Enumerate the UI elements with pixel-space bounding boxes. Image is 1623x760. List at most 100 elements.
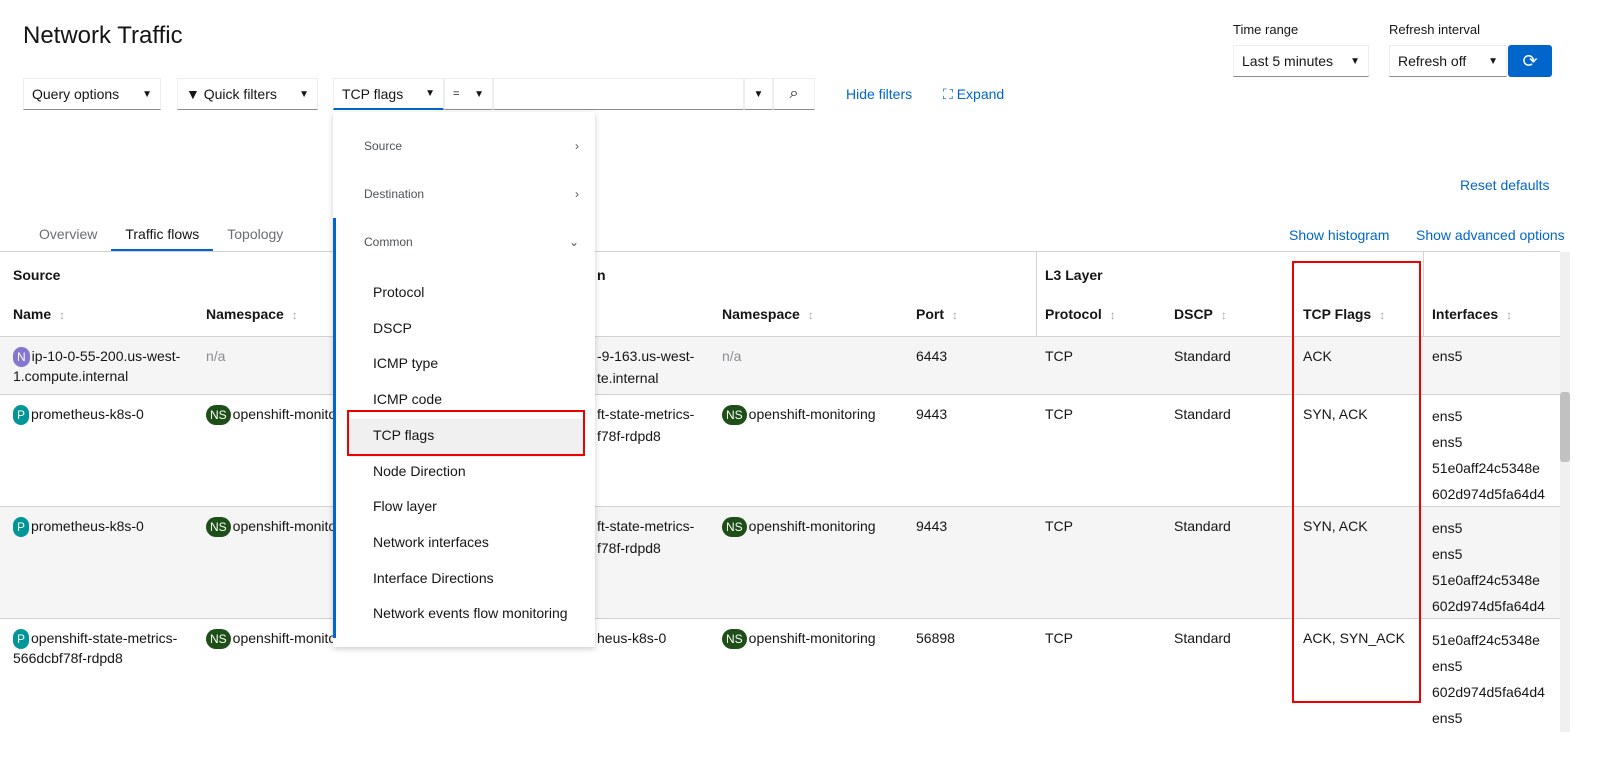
menu-item[interactable]: ICMP type — [373, 355, 438, 371]
menu-item[interactable]: Interface Directions — [373, 570, 494, 586]
resource-badge: N — [13, 347, 30, 367]
query-options-label: Query options — [32, 86, 120, 102]
tab-overview[interactable]: Overview — [25, 218, 111, 252]
filter-field-label: TCP flags — [342, 85, 404, 102]
tcp-flags-highlight — [1292, 261, 1421, 703]
time-range-select[interactable]: Last 5 minutes ▼ — [1233, 45, 1369, 77]
dscp-cell: Standard — [1174, 348, 1231, 364]
col-dst-namespace[interactable]: Namespace ↕ — [722, 305, 814, 324]
search-icon: ⌕ — [789, 85, 799, 102]
operator-dropdown[interactable]: = ▼ — [444, 78, 493, 110]
menu-group-common[interactable]: Common ⌄ — [364, 235, 579, 249]
chevron-right-icon: › — [575, 139, 579, 153]
expand-link[interactable]: ⛶ Expand — [943, 86, 1004, 103]
cell-line: -9-163.us-west- — [597, 348, 695, 364]
interface: ens5 — [1432, 546, 1463, 562]
protocol-cell: TCP — [1045, 518, 1073, 534]
dst-name-cell: -9-163.us-west-te.internal — [597, 345, 694, 389]
value-dropdown-toggle[interactable]: ▼ — [744, 78, 773, 110]
dst-namespace-cell: NS openshift-monitoring — [722, 629, 876, 649]
src-namespace-cell: NS openshift-monito — [206, 405, 336, 425]
col-interfaces[interactable]: Interfaces ↕ — [1432, 305, 1512, 324]
tab-topology[interactable]: Topology — [213, 218, 297, 252]
cell-line: ft-state-metrics- — [597, 518, 695, 534]
dst-name-cell: ft-state-metrics-f78f-rdpd8 — [597, 403, 694, 447]
interface: ens5 — [1432, 434, 1463, 450]
sync-icon: ⟳ — [1522, 50, 1538, 71]
dst-namespace-cell: n/a — [722, 348, 742, 364]
refresh-label: Refresh interval — [1389, 22, 1481, 37]
menu-item[interactable]: Network interfaces — [373, 534, 489, 550]
namespace-badge: NS — [722, 629, 747, 649]
protocol-cell: TCP — [1045, 348, 1073, 364]
page-title: Network Traffic — [23, 22, 183, 49]
scrollbar[interactable] — [1560, 252, 1570, 732]
interface: 51e0aff24c5348e — [1432, 632, 1540, 648]
refresh-select[interactable]: Refresh off ▼ — [1389, 45, 1507, 77]
sort-icon: ↕ — [59, 308, 66, 322]
refresh-value: Refresh off — [1398, 53, 1467, 69]
col-protocol[interactable]: Protocol ↕ — [1045, 305, 1116, 324]
quick-filters-dropdown[interactable]: ▼ Quick filters ▼ — [177, 78, 318, 110]
quick-filters-label: Quick filters — [203, 86, 277, 102]
col-port[interactable]: Port ↕ — [916, 305, 958, 324]
tab-traffic-flows[interactable]: Traffic flows — [111, 218, 214, 252]
show-histogram-link[interactable]: Show histogram — [1289, 227, 1389, 243]
col-src-name[interactable]: Name ↕ — [13, 305, 65, 324]
group-destination: n — [597, 267, 606, 283]
query-options-dropdown[interactable]: Query options ▼ — [23, 78, 161, 110]
caret-down-icon: ▼ — [299, 88, 309, 100]
col-dscp[interactable]: DSCP ↕ — [1174, 305, 1227, 324]
menu-item[interactable]: Flow layer — [373, 498, 437, 514]
cell-line: f78f-rdpd8 — [597, 428, 661, 444]
dst-name-cell: heus-k8s-0 — [597, 627, 666, 649]
interface: ens5 — [1432, 520, 1463, 536]
namespace-badge: NS — [722, 517, 747, 537]
src-name-cell: Pprometheus-k8s-0 — [13, 405, 193, 425]
interfaces-cell: 51e0aff24c5348e ens5 602d974d5fa64d4 ens5 — [1432, 627, 1545, 731]
port-cell: 9443 — [916, 518, 948, 534]
menu-item[interactable]: ICMP code — [373, 391, 442, 407]
dst-namespace-cell: NS openshift-monitoring — [722, 405, 876, 425]
resource-badge: P — [13, 405, 30, 425]
menu-group-destination[interactable]: Destination › — [364, 187, 579, 201]
reset-defaults-link[interactable]: Reset defaults — [1460, 177, 1550, 193]
src-name-cell: Pprometheus-k8s-0 — [13, 517, 193, 537]
menu-item[interactable]: Protocol — [373, 284, 424, 300]
interface: 602d974d5fa64d4 — [1432, 684, 1545, 700]
namespace-badge: NS — [206, 629, 231, 649]
hide-filters-link[interactable]: Hide filters — [846, 86, 912, 102]
filter-icon: ▼ — [186, 86, 200, 102]
menu-group-source[interactable]: Source › — [364, 139, 579, 153]
menu-item[interactable]: Network events flow monitoring — [373, 605, 568, 621]
menu-item[interactable]: DSCP — [373, 320, 412, 336]
chevron-right-icon: › — [575, 187, 579, 201]
filter-field-dropdown[interactable]: TCP flags ▼ — [333, 78, 444, 110]
filter-value-input[interactable] — [493, 78, 744, 110]
group-source: Source — [13, 267, 61, 283]
show-advanced-options-link[interactable]: Show advanced options — [1416, 227, 1565, 243]
caret-down-icon: ▼ — [1488, 55, 1498, 67]
refresh-button[interactable]: ⟳ — [1508, 45, 1552, 77]
interface: 51e0aff24c5348e — [1432, 460, 1540, 476]
expand-label: Expand — [956, 86, 1005, 102]
menu-item[interactable]: Node Direction — [373, 463, 466, 479]
sort-icon: ↕ — [952, 308, 958, 322]
search-button[interactable]: ⌕ — [773, 78, 815, 110]
namespace-badge: NS — [722, 405, 747, 425]
interface: 602d974d5fa64d4 — [1432, 598, 1545, 614]
interface: ens5 — [1432, 710, 1463, 726]
interface: ens5 — [1432, 348, 1463, 364]
interface: ens5 — [1432, 408, 1463, 424]
protocol-cell: TCP — [1045, 406, 1073, 422]
src-namespace-cell: NS openshift-monito — [206, 629, 336, 649]
sort-icon: ↕ — [1506, 308, 1513, 322]
caret-down-icon: ▼ — [753, 88, 764, 100]
port-cell: 6443 — [916, 348, 948, 364]
interface: 51e0aff24c5348e — [1432, 572, 1540, 588]
dst-name-cell: ft-state-metrics-f78f-rdpd8 — [597, 515, 694, 559]
col-src-namespace[interactable]: Namespace ↕ — [206, 305, 298, 324]
src-name-cell: Nip-10-0-55-200.us-west-1.compute.intern… — [13, 347, 181, 384]
port-cell: 56898 — [916, 630, 955, 646]
src-namespace-cell: NS openshift-monito — [206, 517, 336, 537]
